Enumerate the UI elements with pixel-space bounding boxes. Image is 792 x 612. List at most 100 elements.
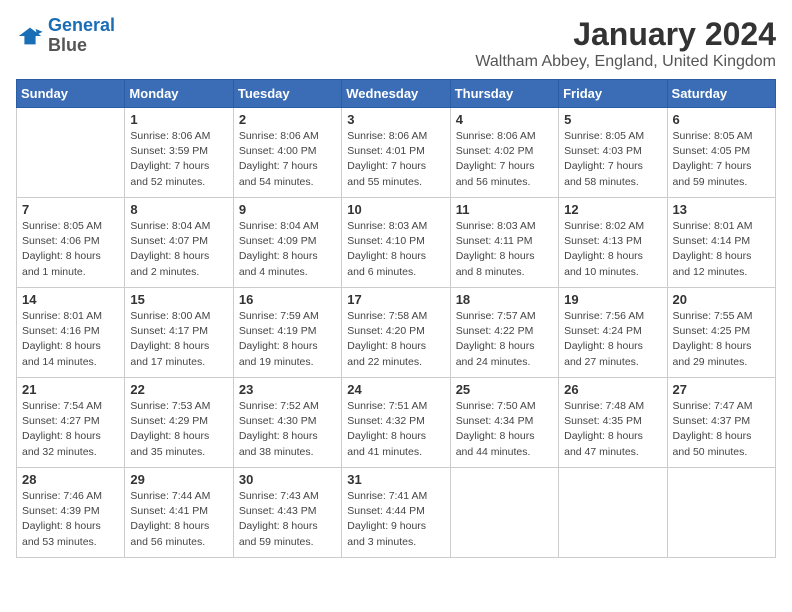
day-number: 17 (347, 292, 444, 307)
calendar-header-tuesday: Tuesday (233, 80, 341, 108)
calendar-header-wednesday: Wednesday (342, 80, 450, 108)
calendar-cell: 29 Sunrise: 7:44 AMSunset: 4:41 PMDayligh… (125, 468, 233, 558)
calendar-header-monday: Monday (125, 80, 233, 108)
calendar-header-thursday: Thursday (450, 80, 558, 108)
day-info: Sunrise: 8:04 AMSunset: 4:07 PMDaylight:… (130, 219, 227, 280)
day-number: 27 (673, 382, 770, 397)
day-number: 23 (239, 382, 336, 397)
calendar-cell (559, 468, 667, 558)
day-number: 7 (22, 202, 119, 217)
calendar-cell: 24 Sunrise: 7:51 AMSunset: 4:32 PMDayligh… (342, 378, 450, 468)
calendar-cell: 10 Sunrise: 8:03 AMSunset: 4:10 PMDayligh… (342, 198, 450, 288)
calendar-table: SundayMondayTuesdayWednesdayThursdayFrid… (16, 79, 776, 558)
day-info: Sunrise: 7:44 AMSunset: 4:41 PMDaylight:… (130, 489, 227, 550)
day-info: Sunrise: 7:55 AMSunset: 4:25 PMDaylight:… (673, 309, 770, 370)
day-number: 24 (347, 382, 444, 397)
day-info: Sunrise: 8:06 AMSunset: 4:00 PMDaylight:… (239, 129, 336, 190)
calendar-cell: 17 Sunrise: 7:58 AMSunset: 4:20 PMDayligh… (342, 288, 450, 378)
day-number: 22 (130, 382, 227, 397)
day-number: 8 (130, 202, 227, 217)
calendar-cell: 19Sunrise: 7:56 AMSunset: 4:24 PMDayligh… (559, 288, 667, 378)
logo: General Blue (16, 16, 115, 56)
calendar-header-row: SundayMondayTuesdayWednesdayThursdayFrid… (17, 80, 776, 108)
calendar-cell (17, 108, 125, 198)
day-number: 29 (130, 472, 227, 487)
subtitle: Waltham Abbey, England, United Kingdom (475, 53, 776, 71)
day-info: Sunrise: 8:03 AMSunset: 4:11 PMDaylight:… (456, 219, 553, 280)
day-info: Sunrise: 7:51 AMSunset: 4:32 PMDaylight:… (347, 399, 444, 460)
day-info: Sunrise: 7:59 AMSunset: 4:19 PMDaylight:… (239, 309, 336, 370)
day-info: Sunrise: 7:43 AMSunset: 4:43 PMDaylight:… (239, 489, 336, 550)
calendar-cell: 18 Sunrise: 7:57 AMSunset: 4:22 PMDayligh… (450, 288, 558, 378)
calendar-cell: 1 Sunrise: 8:06 AMSunset: 3:59 PMDaylight… (125, 108, 233, 198)
day-number: 28 (22, 472, 119, 487)
day-number: 13 (673, 202, 770, 217)
day-info: Sunrise: 8:05 AMSunset: 4:03 PMDaylight:… (564, 129, 661, 190)
calendar-cell: 2Sunrise: 8:06 AMSunset: 4:00 PMDaylight… (233, 108, 341, 198)
day-info: Sunrise: 8:04 AMSunset: 4:09 PMDaylight:… (239, 219, 336, 280)
calendar-cell: 31 Sunrise: 7:41 AMSunset: 4:44 PMDayligh… (342, 468, 450, 558)
calendar-cell: 25 Sunrise: 7:50 AMSunset: 4:34 PMDayligh… (450, 378, 558, 468)
day-info: Sunrise: 7:50 AMSunset: 4:34 PMDaylight:… (456, 399, 553, 460)
main-title: January 2024 (475, 16, 776, 53)
day-info: Sunrise: 7:54 AMSunset: 4:27 PMDaylight:… (22, 399, 119, 460)
day-info: Sunrise: 7:57 AMSunset: 4:22 PMDaylight:… (456, 309, 553, 370)
calendar-cell (667, 468, 775, 558)
calendar-week-2: 7 Sunrise: 8:05 AMSunset: 4:06 PMDaylight… (17, 198, 776, 288)
day-info: Sunrise: 7:58 AMSunset: 4:20 PMDaylight:… (347, 309, 444, 370)
calendar-week-5: 28 Sunrise: 7:46 AMSunset: 4:39 PMDayligh… (17, 468, 776, 558)
calendar-cell: 11 Sunrise: 8:03 AMSunset: 4:11 PMDayligh… (450, 198, 558, 288)
day-info: Sunrise: 7:53 AMSunset: 4:29 PMDaylight:… (130, 399, 227, 460)
day-number: 3 (347, 112, 444, 127)
day-info: Sunrise: 8:02 AMSunset: 4:13 PMDaylight:… (564, 219, 661, 280)
day-number: 5 (564, 112, 661, 127)
day-info: Sunrise: 8:05 AMSunset: 4:05 PMDaylight:… (673, 129, 770, 190)
calendar-cell: 14 Sunrise: 8:01 AMSunset: 4:16 PMDayligh… (17, 288, 125, 378)
calendar-cell: 28 Sunrise: 7:46 AMSunset: 4:39 PMDayligh… (17, 468, 125, 558)
calendar-cell: 9 Sunrise: 8:04 AMSunset: 4:09 PMDaylight… (233, 198, 341, 288)
day-info: Sunrise: 7:41 AMSunset: 4:44 PMDaylight:… (347, 489, 444, 550)
calendar-cell: 16 Sunrise: 7:59 AMSunset: 4:19 PMDayligh… (233, 288, 341, 378)
day-number: 19 (564, 292, 661, 307)
day-number: 26 (564, 382, 661, 397)
calendar-cell: 6 Sunrise: 8:05 AMSunset: 4:05 PMDaylight… (667, 108, 775, 198)
day-info: Sunrise: 8:06 AMSunset: 3:59 PMDaylight:… (130, 129, 227, 190)
day-number: 10 (347, 202, 444, 217)
day-info: Sunrise: 7:52 AMSunset: 4:30 PMDaylight:… (239, 399, 336, 460)
day-number: 9 (239, 202, 336, 217)
calendar-header-friday: Friday (559, 80, 667, 108)
calendar-cell: 12 Sunrise: 8:02 AMSunset: 4:13 PMDayligh… (559, 198, 667, 288)
day-number: 4 (456, 112, 553, 127)
day-info: Sunrise: 7:48 AMSunset: 4:35 PMDaylight:… (564, 399, 661, 460)
day-info: Sunrise: 8:06 AMSunset: 4:01 PMDaylight:… (347, 129, 444, 190)
logo-text-general: General (48, 16, 115, 36)
calendar-week-1: 1 Sunrise: 8:06 AMSunset: 3:59 PMDaylight… (17, 108, 776, 198)
calendar-cell (450, 468, 558, 558)
day-number: 30 (239, 472, 336, 487)
day-number: 31 (347, 472, 444, 487)
day-info: Sunrise: 8:01 AMSunset: 4:16 PMDaylight:… (22, 309, 119, 370)
day-number: 18 (456, 292, 553, 307)
calendar-cell: 23 Sunrise: 7:52 AMSunset: 4:30 PMDayligh… (233, 378, 341, 468)
day-info: Sunrise: 8:03 AMSunset: 4:10 PMDaylight:… (347, 219, 444, 280)
calendar-cell: 30 Sunrise: 7:43 AMSunset: 4:43 PMDayligh… (233, 468, 341, 558)
calendar-cell: 4Sunrise: 8:06 AMSunset: 4:02 PMDaylight… (450, 108, 558, 198)
calendar-cell: 7 Sunrise: 8:05 AMSunset: 4:06 PMDaylight… (17, 198, 125, 288)
calendar-cell: 15 Sunrise: 8:00 AMSunset: 4:17 PMDayligh… (125, 288, 233, 378)
day-info: Sunrise: 7:46 AMSunset: 4:39 PMDaylight:… (22, 489, 119, 550)
day-number: 15 (130, 292, 227, 307)
title-block: January 2024 Waltham Abbey, England, Uni… (475, 16, 776, 71)
day-number: 14 (22, 292, 119, 307)
day-number: 21 (22, 382, 119, 397)
day-info: Sunrise: 8:00 AMSunset: 4:17 PMDaylight:… (130, 309, 227, 370)
calendar-cell: 20Sunrise: 7:55 AMSunset: 4:25 PMDayligh… (667, 288, 775, 378)
day-info: Sunrise: 8:05 AMSunset: 4:06 PMDaylight:… (22, 219, 119, 280)
day-number: 12 (564, 202, 661, 217)
day-number: 25 (456, 382, 553, 397)
calendar-week-4: 21 Sunrise: 7:54 AMSunset: 4:27 PMDayligh… (17, 378, 776, 468)
day-number: 6 (673, 112, 770, 127)
logo-text-blue: Blue (48, 36, 115, 56)
day-number: 16 (239, 292, 336, 307)
day-number: 1 (130, 112, 227, 127)
day-number: 11 (456, 202, 553, 217)
